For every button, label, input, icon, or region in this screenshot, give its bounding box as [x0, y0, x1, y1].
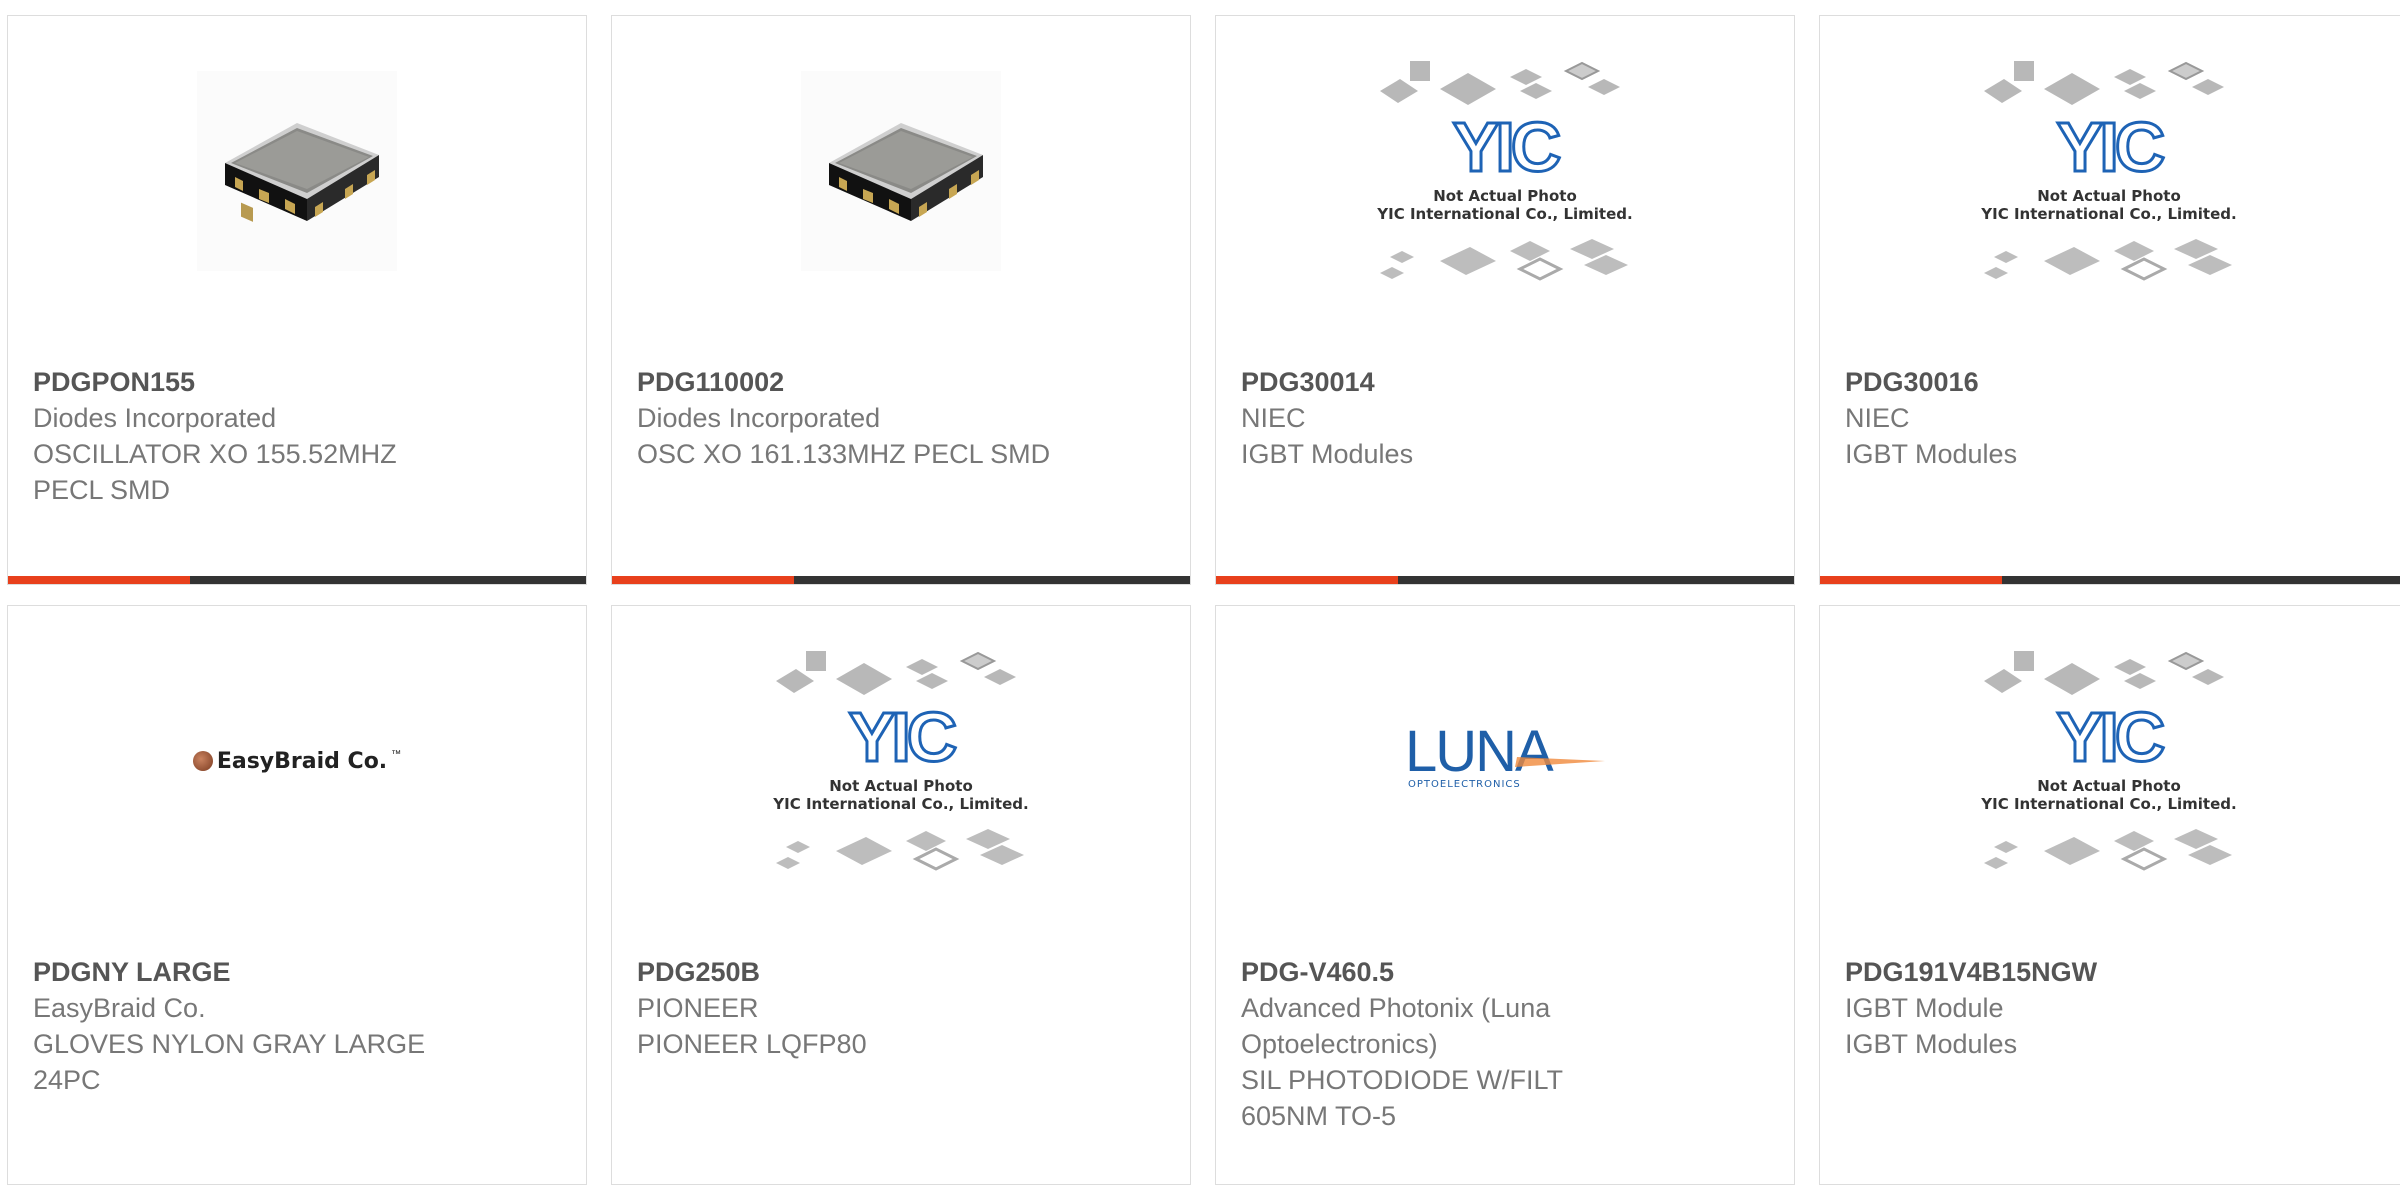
- svg-text:YIC International Co., Limited: YIC International Co., Limited.: [772, 795, 1028, 813]
- manufacturer: IGBT Module: [1845, 993, 2004, 1023]
- svg-text:Not Actual Photo: Not Actual Photo: [2037, 777, 2181, 795]
- card-accent: [612, 576, 794, 584]
- product-image[interactable]: [8, 16, 586, 326]
- yic-placeholder-image: YIC Not Actual Photo YIC International C…: [1980, 61, 2237, 281]
- description: OSCILLATOR XO 155.52MHZ PECL SMD: [33, 439, 397, 505]
- part-number[interactable]: PDG30016: [1845, 364, 2383, 400]
- product-image[interactable]: YIC Not Actual Photo YIC International C…: [1820, 16, 2398, 326]
- product-card[interactable]: YIC Not Actual Photo YIC International C…: [1215, 15, 1795, 585]
- yic-placeholder-image: YIC Not Actual Photo YIC International C…: [1376, 61, 1633, 281]
- part-number[interactable]: PDG110002: [637, 364, 1165, 400]
- card-bottom-bar: [1820, 576, 2400, 584]
- product-info: PDGNY LARGE EasyBraid Co. GLOVES NYLON G…: [33, 954, 561, 1098]
- luna-logo: LUNA OPTOELECTRONICS: [1405, 721, 1605, 790]
- description: IGBT Modules: [1845, 1029, 2018, 1059]
- svg-text:YIC International Co., Limited: YIC International Co., Limited.: [1980, 205, 2236, 223]
- product-card[interactable]: LUNA OPTOELECTRONICS PDG-V460.5 Advanced…: [1215, 605, 1795, 1185]
- part-number[interactable]: PDGPON155: [33, 364, 561, 400]
- easybraid-logo-mark: [192, 751, 213, 771]
- svg-text:OPTOELECTRONICS: OPTOELECTRONICS: [1408, 779, 1521, 790]
- description: OSC XO 161.133MHZ PECL SMD: [637, 439, 1051, 469]
- product-info: PDG250B PIONEER PIONEER LQFP80: [637, 954, 1165, 1062]
- manufacturer: EasyBraid Co.: [33, 993, 206, 1023]
- product-image[interactable]: EasyBraid Co. ™: [8, 606, 586, 916]
- product-info: PDG191V4B15NGW IGBT Module IGBT Modules: [1845, 954, 2383, 1062]
- manufacturer: NIEC: [1845, 403, 1910, 433]
- product-card[interactable]: PDGPON155 Diodes Incorporated OSCILLATOR…: [7, 15, 587, 585]
- svg-text:LUNA: LUNA: [1405, 721, 1554, 784]
- svg-text:Not Actual Photo: Not Actual Photo: [829, 777, 973, 795]
- card-accent: [8, 576, 190, 584]
- manufacturer: Diodes Incorporated: [33, 403, 277, 433]
- description: IGBT Modules: [1845, 439, 2018, 469]
- product-card[interactable]: PDG110002 Diodes Incorporated OSC XO 161…: [611, 15, 1191, 585]
- product-info: PDG30016 NIEC IGBT Modules: [1845, 364, 2383, 472]
- yic-placeholder-image: YIC Not Actual Photo YIC International C…: [1980, 651, 2237, 871]
- product-image[interactable]: YIC Not Actual Photo YIC International C…: [612, 606, 1190, 916]
- easybraid-logo-tm: ™: [391, 748, 402, 760]
- manufacturer: NIEC: [1241, 403, 1306, 433]
- svg-text:YIC International Co., Limited: YIC International Co., Limited.: [1980, 795, 2236, 813]
- product-info: PDG-V460.5 Advanced Photonix (Luna Optoe…: [1241, 954, 1769, 1134]
- easybraid-logo-text: EasyBraid Co.: [216, 748, 388, 774]
- part-number[interactable]: PDG-V460.5: [1241, 954, 1769, 990]
- manufacturer: Advanced Photonix (Luna Optoelectronics): [1241, 993, 1551, 1059]
- product-card[interactable]: YIC Not Actual Photo YIC International C…: [1819, 605, 2400, 1185]
- part-number[interactable]: PDG191V4B15NGW: [1845, 954, 2383, 990]
- easybraid-logo: EasyBraid Co. ™: [192, 748, 402, 774]
- part-number[interactable]: PDGNY LARGE: [33, 954, 561, 990]
- oscillator-chip-photo: [801, 71, 1001, 271]
- svg-text:YIC International Co., Limited: YIC International Co., Limited.: [1376, 205, 1632, 223]
- svg-text:Not Actual Photo: Not Actual Photo: [1433, 187, 1577, 205]
- part-number[interactable]: PDG30014: [1241, 364, 1769, 400]
- description: PIONEER LQFP80: [637, 1029, 867, 1059]
- product-card[interactable]: YIC Not Actual Photo YIC International C…: [611, 605, 1191, 1185]
- product-info: PDG110002 Diodes Incorporated OSC XO 161…: [637, 364, 1165, 472]
- description: SIL PHOTODIODE W/FILT 605NM TO-5: [1241, 1065, 1563, 1131]
- card-bottom-bar: [8, 576, 586, 584]
- description: GLOVES NYLON GRAY LARGE 24PC: [33, 1029, 426, 1095]
- svg-text:Not Actual Photo: Not Actual Photo: [2037, 187, 2181, 205]
- card-bottom-bar: [1216, 576, 1794, 584]
- card-accent: [1820, 576, 2002, 584]
- oscillator-chip-photo: [197, 71, 397, 271]
- svg-text:YIC: YIC: [849, 698, 956, 776]
- product-image[interactable]: YIC Not Actual Photo YIC International C…: [1820, 606, 2398, 916]
- product-card[interactable]: YIC Not Actual Photo YIC International C…: [1819, 15, 2400, 585]
- svg-text:YIC: YIC: [1453, 108, 1560, 186]
- svg-text:YIC: YIC: [2057, 108, 2164, 186]
- manufacturer: Diodes Incorporated: [637, 403, 881, 433]
- product-info: PDGPON155 Diodes Incorporated OSCILLATOR…: [33, 364, 561, 508]
- card-accent: [1216, 576, 1398, 584]
- product-grid: PDGPON155 Diodes Incorporated OSCILLATOR…: [0, 0, 2400, 1185]
- product-card[interactable]: EasyBraid Co. ™ PDGNY LARGE EasyBraid Co…: [7, 605, 587, 1185]
- card-bottom-bar: [612, 576, 1190, 584]
- product-image[interactable]: YIC Not Actual Photo YIC International C…: [1216, 16, 1794, 326]
- product-image[interactable]: LUNA OPTOELECTRONICS: [1216, 606, 1794, 916]
- description: IGBT Modules: [1241, 439, 1414, 469]
- manufacturer: PIONEER: [637, 993, 759, 1023]
- yic-placeholder-image: YIC Not Actual Photo YIC International C…: [772, 651, 1029, 871]
- part-number[interactable]: PDG250B: [637, 954, 1165, 990]
- product-image[interactable]: [612, 16, 1190, 326]
- svg-text:YIC: YIC: [2057, 698, 2164, 776]
- product-info: PDG30014 NIEC IGBT Modules: [1241, 364, 1769, 472]
